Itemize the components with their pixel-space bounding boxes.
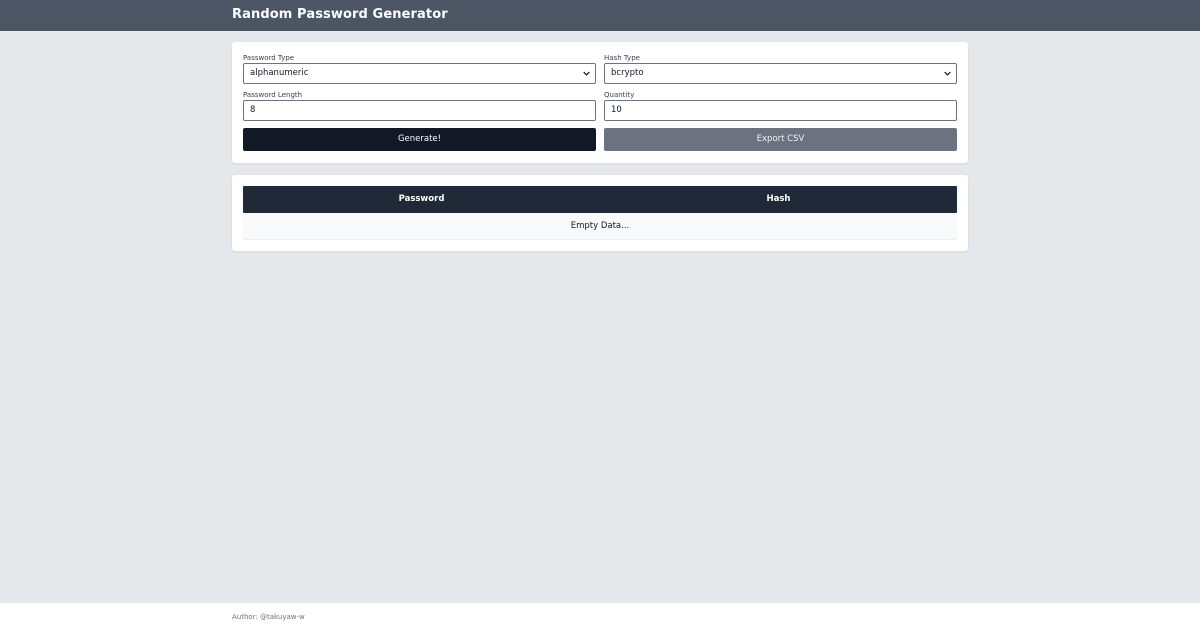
chevron-down-icon [583,71,590,76]
generate-button[interactable]: Generate! [243,128,596,151]
password-type-select[interactable]: alphanumeric [243,63,596,84]
column-header-hash: Hash [766,194,791,204]
export-csv-button[interactable]: Export CSV [604,128,957,151]
password-length-input[interactable]: 8 [243,100,596,121]
hash-type-label: Hash Type [604,54,640,62]
password-type-value: alphanumeric [250,68,309,78]
hash-type-value: bcrypto [611,68,644,78]
app-title: Random Password Generator [232,7,448,22]
app-header: Random Password Generator [0,0,1200,31]
footer: Author: @takuyaw-w [0,603,1200,630]
quantity-value: 10 [611,105,622,115]
column-header-password: Password [398,194,445,204]
password-length-label: Password Length [243,91,303,99]
chevron-down-icon [944,71,951,76]
results-card: Password Hash Empty Data... [232,175,968,251]
author-credit: Author: @takuyaw-w [232,613,305,621]
table-header: Password Hash [243,186,957,213]
hash-type-select[interactable]: bcrypto [604,63,957,84]
table-empty-row: Empty Data... [243,213,957,240]
password-type-label: Password Type [243,54,294,62]
quantity-input[interactable]: 10 [604,100,957,121]
password-length-value: 8 [250,105,256,115]
generator-form-card: Password Type alphanumeric Hash Type bcr… [232,42,968,163]
quantity-label: Quantity [604,91,635,99]
